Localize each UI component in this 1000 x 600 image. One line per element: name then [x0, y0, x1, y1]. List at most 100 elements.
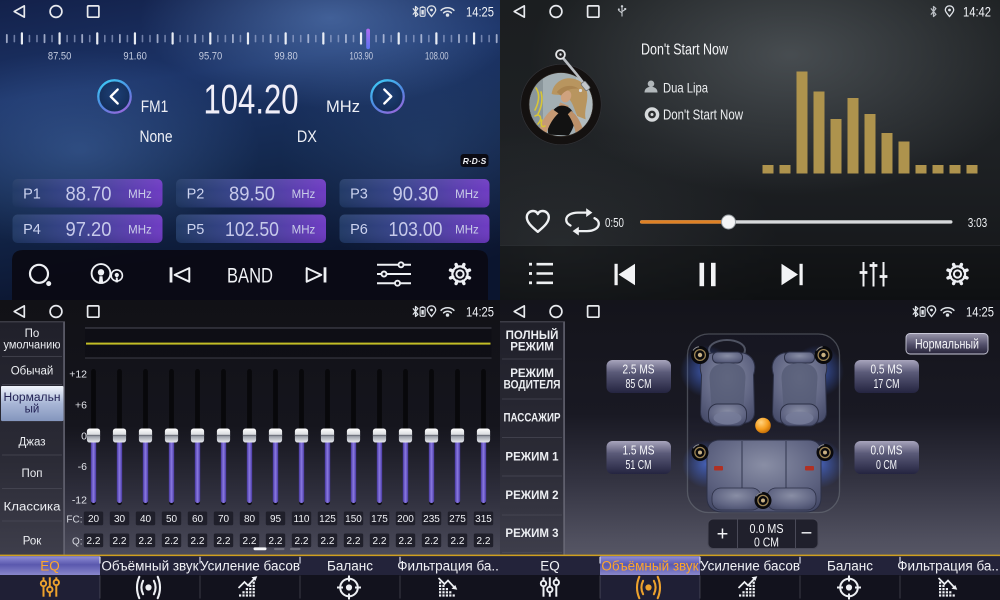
svg-text:P6: P6 — [350, 222, 368, 238]
svg-text:MHz: MHz — [128, 225, 152, 237]
svg-text:R·D·S: R·D·S — [463, 156, 487, 166]
svg-text:+: + — [717, 524, 729, 546]
svg-text:Don't Start Now: Don't Start Now — [641, 42, 729, 59]
svg-text:Объёмный звук: Объёмный звук — [101, 559, 198, 574]
svg-text:MHz: MHz — [292, 189, 316, 201]
svg-text:2.2: 2.2 — [217, 536, 231, 547]
svg-text:2.2: 2.2 — [139, 536, 153, 547]
svg-text:None: None — [140, 127, 173, 146]
svg-text:ый: ый — [25, 404, 40, 416]
svg-text:Рок: Рок — [23, 536, 43, 548]
svg-text:110: 110 — [294, 514, 310, 525]
svg-text:2.2: 2.2 — [295, 536, 309, 547]
svg-text:2.2: 2.2 — [191, 536, 205, 547]
svg-text:Усиление басов: Усиление басов — [700, 559, 800, 574]
svg-text:14:25: 14:25 — [466, 304, 494, 319]
svg-text:2.2: 2.2 — [373, 536, 387, 547]
svg-text:315: 315 — [475, 514, 492, 525]
svg-text:103.90: 103.90 — [350, 51, 374, 63]
svg-text:70: 70 — [218, 514, 230, 525]
svg-text:Dua Lipa: Dua Lipa — [663, 79, 708, 95]
svg-text:P4: P4 — [23, 222, 41, 238]
svg-text:2.2: 2.2 — [165, 536, 179, 547]
svg-text:95: 95 — [270, 514, 282, 525]
svg-text:Q:: Q: — [72, 536, 83, 547]
svg-text:51 CM: 51 CM — [626, 458, 652, 472]
svg-text:2.2: 2.2 — [87, 536, 101, 547]
svg-text:Усиление басов: Усиление басов — [200, 559, 300, 574]
svg-text:0.0 MS: 0.0 MS — [871, 444, 903, 458]
svg-text:30: 30 — [114, 514, 126, 525]
svg-text:0 CM: 0 CM — [876, 458, 897, 472]
svg-text:FC:: FC: — [66, 514, 82, 525]
svg-text:DX: DX — [297, 127, 317, 146]
svg-text:Нормальн: Нормальн — [4, 392, 61, 404]
svg-text:−: − — [801, 523, 813, 545]
svg-text:РЕЖИМ: РЕЖИМ — [510, 342, 554, 354]
svg-text:0:50: 0:50 — [605, 216, 624, 230]
svg-text:2.5 MS: 2.5 MS — [623, 363, 655, 377]
svg-text:Нормальный: Нормальный — [915, 336, 979, 351]
svg-text:MHz: MHz — [292, 225, 316, 237]
svg-text:P5: P5 — [187, 222, 205, 238]
svg-text:РЕЖИМ 2: РЕЖИМ 2 — [505, 490, 558, 502]
svg-text:EQ: EQ — [540, 559, 560, 574]
svg-text:2.2: 2.2 — [425, 536, 439, 547]
svg-text:2.2: 2.2 — [321, 536, 335, 547]
svg-text:2.2: 2.2 — [113, 536, 127, 547]
svg-text:Don't Start Now: Don't Start Now — [663, 107, 743, 123]
svg-text:РЕЖИМ: РЕЖИМ — [510, 368, 554, 380]
svg-text:275: 275 — [449, 514, 466, 525]
svg-text:P2: P2 — [187, 187, 205, 203]
svg-text:BAND: BAND — [227, 264, 273, 288]
svg-text:ВОДИТЕЛЯ: ВОДИТЕЛЯ — [504, 380, 561, 392]
svg-text:17 CM: 17 CM — [874, 377, 900, 391]
svg-text:90.30: 90.30 — [393, 182, 439, 205]
svg-text:0.5 MS: 0.5 MS — [871, 363, 903, 377]
svg-text:Джаз: Джаз — [18, 437, 45, 449]
svg-text:2.2: 2.2 — [269, 536, 283, 547]
svg-text:P3: P3 — [350, 187, 368, 203]
svg-text:умолчанию: умолчанию — [4, 340, 61, 352]
svg-text:104.20: 104.20 — [204, 76, 299, 123]
svg-text:По: По — [25, 328, 40, 340]
svg-text:+12: +12 — [69, 369, 87, 381]
svg-text:108.00: 108.00 — [425, 51, 449, 63]
svg-text:+6: +6 — [75, 400, 87, 412]
svg-text:200: 200 — [397, 514, 414, 525]
svg-text:-12: -12 — [72, 495, 87, 507]
svg-text:125: 125 — [319, 514, 336, 525]
svg-text:87.50: 87.50 — [48, 51, 72, 63]
svg-text:14:25: 14:25 — [466, 4, 494, 19]
svg-text:2.2: 2.2 — [451, 536, 465, 547]
svg-text:3:03: 3:03 — [968, 216, 988, 230]
svg-text:88.70: 88.70 — [66, 182, 112, 205]
svg-text:60: 60 — [192, 514, 204, 525]
svg-text:Объёмный звук: Объёмный звук — [601, 559, 698, 574]
svg-text:175: 175 — [371, 514, 388, 525]
svg-text:95.70: 95.70 — [199, 51, 223, 63]
svg-text:Баланс: Баланс — [827, 559, 873, 574]
svg-text:Классика: Классика — [4, 502, 62, 514]
svg-text:MHz: MHz — [128, 189, 152, 201]
svg-text:91.60: 91.60 — [123, 51, 147, 63]
svg-text:102.50: 102.50 — [225, 218, 279, 241]
svg-text:2.2: 2.2 — [399, 536, 413, 547]
svg-text:EQ: EQ — [40, 559, 60, 574]
svg-text:Баланс: Баланс — [327, 559, 373, 574]
svg-text:P1: P1 — [23, 187, 41, 203]
svg-text:Фильтрация ба...: Фильтрация ба... — [897, 559, 1000, 574]
svg-text:20: 20 — [88, 514, 100, 525]
svg-text:2.2: 2.2 — [477, 536, 491, 547]
svg-text:РЕЖИМ 3: РЕЖИМ 3 — [505, 528, 558, 540]
svg-text:-6: -6 — [78, 461, 87, 473]
svg-text:14:42: 14:42 — [963, 5, 991, 20]
svg-text:89.50: 89.50 — [229, 182, 275, 205]
svg-text:80: 80 — [244, 514, 256, 525]
svg-text:Поп: Поп — [22, 468, 43, 480]
svg-text:ПОЛНЫЙ: ПОЛНЫЙ — [506, 329, 559, 342]
svg-text:MHz: MHz — [326, 98, 360, 116]
svg-text:2.2: 2.2 — [243, 536, 257, 547]
svg-text:FM1: FM1 — [141, 97, 169, 116]
svg-text:150: 150 — [345, 514, 362, 525]
